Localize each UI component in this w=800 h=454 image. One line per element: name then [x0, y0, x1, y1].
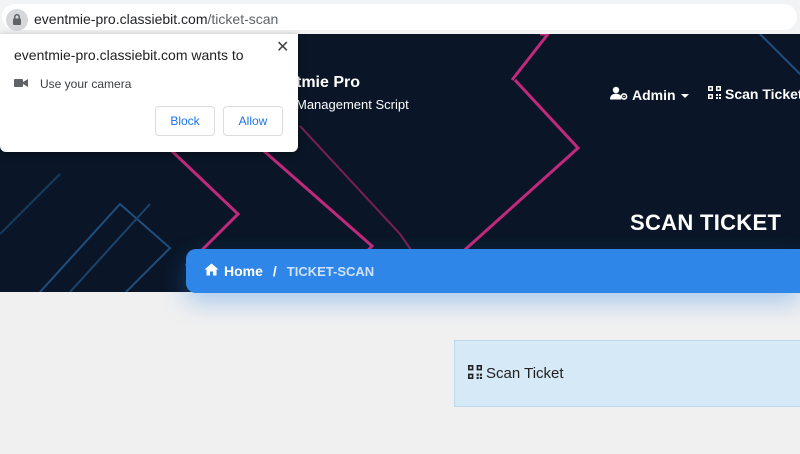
brand-title[interactable]: tmie Pro	[296, 74, 360, 92]
home-icon	[204, 263, 219, 279]
chevron-down-icon	[680, 87, 690, 103]
page-title: SCAN TICKET	[630, 210, 782, 235]
permission-label: Use your camera	[40, 77, 132, 91]
camera-icon	[14, 75, 28, 93]
card-header: Scan Ticket	[468, 364, 564, 383]
block-button[interactable]: Block	[155, 106, 215, 136]
url-path: /ticket-scan	[207, 11, 279, 27]
allow-button[interactable]: Allow	[223, 106, 283, 136]
close-icon[interactable]: ✕	[276, 37, 289, 57]
lock-icon[interactable]	[6, 9, 28, 31]
url-text[interactable]: eventmie-pro.classiebit.com/ticket-scan	[34, 11, 278, 27]
breadcrumb-home-label: Home	[224, 263, 263, 279]
browser-address-bar: eventmie-pro.classiebit.com/ticket-scan	[0, 0, 800, 35]
user-cog-icon	[610, 86, 628, 103]
breadcrumb-home-link[interactable]: Home	[204, 263, 263, 279]
card-title: Scan Ticket	[486, 365, 564, 382]
breadcrumb-current: TICKET-SCAN	[286, 263, 375, 279]
url-host: eventmie-pro.classiebit.com	[34, 11, 208, 27]
nav-scan-ticket[interactable]: Scan Ticket	[708, 86, 800, 102]
nav-admin-label: Admin	[632, 86, 676, 103]
qrcode-icon	[708, 86, 721, 102]
breadcrumb: Home / TICKET-SCAN	[186, 249, 800, 293]
brand-subtitle: Management Script	[296, 97, 409, 112]
permission-message: eventmie-pro.classiebit.com wants to	[14, 47, 244, 63]
scan-ticket-card: Scan Ticket	[454, 340, 800, 407]
permission-item: Use your camera	[14, 75, 131, 93]
nav-scan-label: Scan Ticket	[725, 86, 800, 102]
nav-admin-dropdown[interactable]: Admin	[610, 86, 690, 103]
breadcrumb-separator: /	[272, 263, 277, 279]
qrcode-icon	[468, 364, 482, 383]
camera-permission-popup: ✕ eventmie-pro.classiebit.com wants to U…	[0, 34, 298, 152]
url-field[interactable]: eventmie-pro.classiebit.com/ticket-scan	[2, 4, 797, 31]
